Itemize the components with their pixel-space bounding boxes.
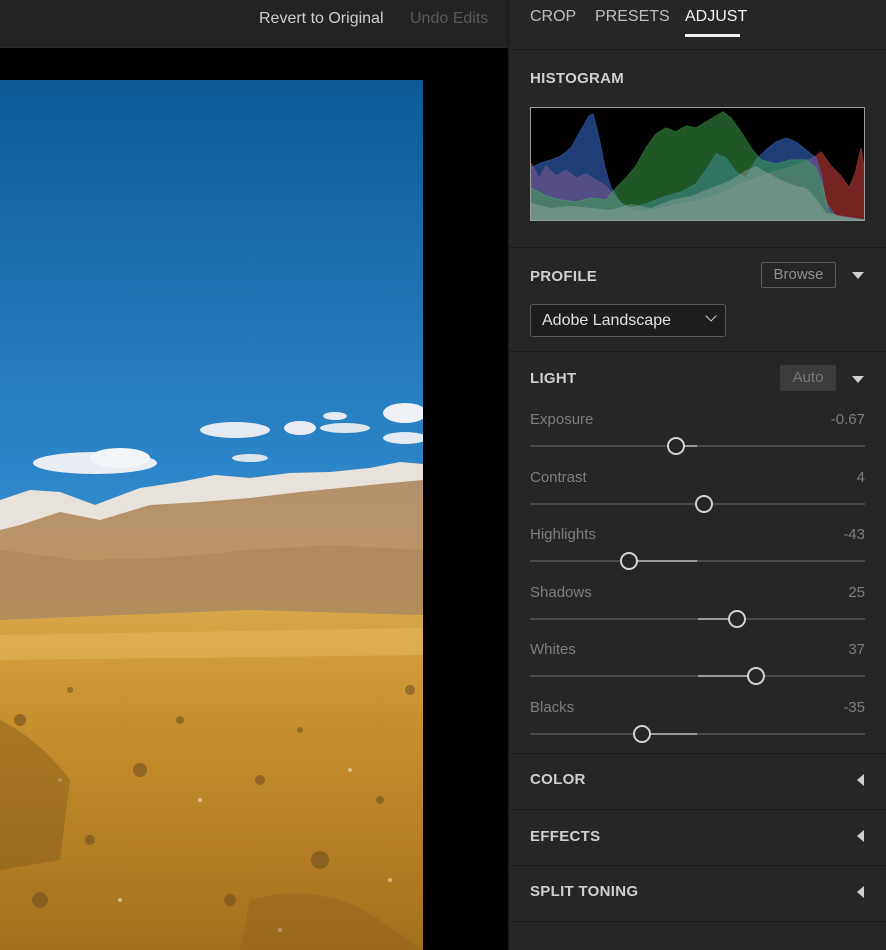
whites-value[interactable]: 37 [848,641,865,658]
effects-title: EFFECTS [530,828,601,845]
edit-toolbar: Revert to Original Undo Edits [0,0,508,48]
blacks-label: Blacks [530,698,575,716]
profile-title: PROFILE [530,268,598,285]
highlights-track[interactable] [530,560,865,562]
contrast-value[interactable]: 4 [857,469,865,486]
shadows-label: Shadows [530,583,592,601]
shadows-value[interactable]: 25 [848,584,865,601]
light-section: LIGHT Auto Exposure -0.67 Contrast 4 Highlig… [509,352,886,754]
tab-adjust[interactable]: ADJUST [685,8,747,26]
shadows-slider[interactable]: Shadows 25 [530,584,865,634]
undo-edits-button[interactable]: Undo Edits [410,10,488,28]
color-section[interactable]: COLOR [509,754,886,810]
whites-slider[interactable]: Whites 37 [530,641,865,691]
whites-slider-thumb[interactable] [747,667,766,685]
highlights-fill [629,560,698,562]
split-toning-section[interactable]: SPLIT TONING [509,866,886,922]
blacks-slider-thumb[interactable] [632,724,651,743]
adjust-panel: CROP PRESETS ADJUST HISTOGRAM PROFILE Br… [508,0,886,950]
exposure-value[interactable]: -0.67 [831,411,865,428]
chevron-down-icon [705,310,717,322]
blacks-track[interactable] [530,732,865,735]
panel-tabs: CROP PRESETS ADJUST [509,0,886,50]
contrast-label: Contrast [530,468,587,486]
contrast-slider-thumb[interactable] [695,494,714,513]
exposure-label: Exposure [530,411,594,428]
profile-expand-triangle-icon[interactable] [852,272,864,279]
tab-presets[interactable]: PRESETS [595,8,670,26]
profile-section: PROFILE Browse Adobe Landscape [509,249,886,352]
highlights-slider-thumb[interactable] [620,552,639,570]
highlights-value[interactable]: -43 [843,526,865,543]
histogram-title: HISTOGRAM [530,70,625,87]
light-title: LIGHT [530,370,577,387]
color-title: COLOR [530,771,586,788]
auto-light-button[interactable]: Auto [780,365,836,391]
image-canvas [0,48,508,950]
exposure-slider-thumb[interactable] [667,437,686,455]
blacks-slider[interactable]: Blacks -35 [530,699,865,749]
whites-label: Whites [530,641,576,658]
color-expand-triangle-icon[interactable] [857,774,864,786]
profile-select[interactable]: Adobe Landscape [530,304,726,337]
split-toning-title: SPLIT TONING [530,883,639,900]
light-expand-triangle-icon[interactable] [852,376,864,383]
tab-crop[interactable]: CROP [530,8,576,26]
histogram-graph [530,107,865,221]
effects-expand-triangle-icon[interactable] [857,830,864,842]
effects-section[interactable]: EFFECTS [509,810,886,866]
active-tab-indicator [685,34,740,37]
exposure-track[interactable] [530,445,865,447]
blacks-value[interactable]: -35 [843,699,865,716]
browse-profiles-button[interactable]: Browse [761,262,836,288]
histogram-section: HISTOGRAM [509,50,886,248]
highlights-label: Highlights [530,526,596,543]
split-toning-expand-triangle-icon[interactable] [857,886,864,898]
profile-select-value: Adobe Landscape [542,312,671,329]
landscape-photo [0,80,423,950]
exposure-slider[interactable]: Exposure -0.67 [530,411,865,461]
highlights-slider[interactable]: Highlights -43 [530,526,865,576]
revert-to-original-button[interactable]: Revert to Original [259,10,384,28]
contrast-slider[interactable]: Contrast 4 [530,469,865,519]
shadows-slider-thumb[interactable] [727,609,746,628]
